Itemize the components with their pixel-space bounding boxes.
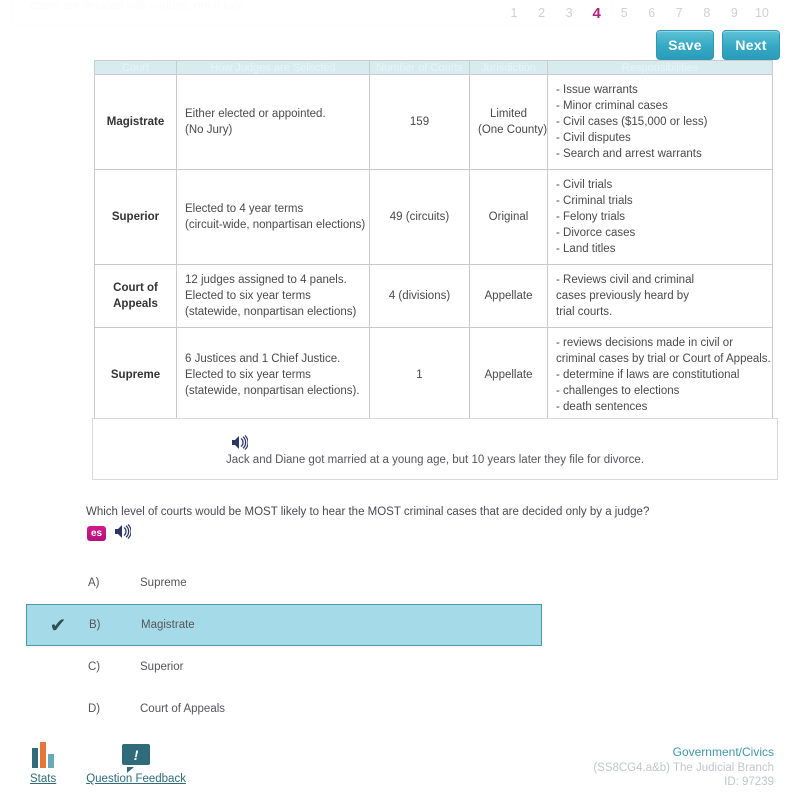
court-jurisdiction: Limited (One County)	[469, 74, 548, 170]
question-tools: es	[87, 524, 132, 542]
page-number-7[interactable]: 7	[669, 6, 689, 20]
table-row: Court of Appeals 12 judges assigned to 4…	[94, 264, 773, 328]
option-c[interactable]: C) Superior	[26, 646, 542, 688]
option-d[interactable]: D) Court of Appeals	[26, 688, 542, 730]
option-letter: B)	[89, 619, 101, 631]
question-text: Which level of courts would be MOST like…	[86, 506, 650, 518]
judge-selection: Either elected or appointed. (No Jury)	[176, 74, 370, 170]
court-name: Court of Appeals	[94, 264, 177, 328]
header-court: Court	[94, 60, 177, 75]
question-feedback-button[interactable]: ! Question Feedback	[86, 744, 186, 785]
check-icon: ✔	[49, 614, 67, 637]
subject-label: Government/Civics	[672, 745, 774, 759]
passage-box: Jack and Diane got married at a young ag…	[92, 418, 778, 480]
page-number-3[interactable]: 3	[559, 6, 579, 20]
speaker-icon[interactable]	[231, 435, 249, 453]
exclamation-glyph: !	[122, 744, 151, 765]
bar-chart-icon	[32, 742, 55, 768]
court-responsibilities: - Issue warrants - Minor criminal cases …	[547, 74, 773, 170]
question-meta: Government/Civics (SS8CG4.a&b) The Judic…	[593, 745, 774, 788]
action-buttons: Save Next	[656, 30, 780, 60]
page-number-4-current[interactable]: 4	[587, 5, 607, 22]
table-header-row: Court How Judges are Selected Number of …	[94, 60, 773, 75]
option-b-selected[interactable]: ✔ B) Magistrate	[26, 604, 542, 646]
option-letter: A)	[88, 577, 100, 589]
page-number-10[interactable]: 10	[752, 6, 772, 20]
next-button[interactable]: Next	[722, 30, 780, 60]
option-label: Court of Appeals	[140, 703, 226, 715]
stats-label: Stats	[30, 773, 57, 785]
page-number-8[interactable]: 8	[697, 6, 717, 20]
court-responsibilities: - Civil trials - Criminal trials - Felon…	[547, 169, 773, 265]
feedback-bubble-icon: !	[122, 744, 151, 773]
page-number-1[interactable]: 1	[504, 6, 524, 20]
court-responsibilities: - reviews decisions made in civil or cri…	[547, 327, 773, 423]
header-how-judges-selected: How Judges are Selected	[176, 60, 370, 75]
footer-tools: Stats ! Question Feedback	[30, 742, 186, 785]
header-jurisdiction: Jurisdiction	[469, 60, 548, 75]
question-id-label: ID: 97239	[724, 776, 774, 788]
table-row: Superior Elected to 4 year terms (circui…	[94, 169, 773, 265]
court-jurisdiction: Appellate	[469, 327, 548, 423]
court-jurisdiction: Original	[469, 169, 548, 265]
header-number-of-courts: Number of Courts	[369, 60, 470, 75]
translate-es-icon[interactable]: es	[87, 525, 106, 541]
court-name: Supreme	[94, 327, 177, 423]
court-count: 49 (circuits)	[369, 169, 470, 265]
pagination: 1 2 3 4 5 6 7 8 9 10	[498, 2, 778, 24]
judge-selection: Elected to 4 year terms (circuit-wide, n…	[176, 169, 370, 265]
judge-selection: 12 judges assigned to 4 panels. Elected …	[176, 264, 370, 328]
court-name: Magistrate	[94, 74, 177, 170]
judge-selection: 6 Justices and 1 Chief Justice. Elected …	[176, 327, 370, 423]
header-responsibilities: Responsibilities	[547, 60, 773, 75]
option-label: Magistrate	[141, 619, 195, 631]
table-row: Supreme 6 Justices and 1 Chief Justice. …	[94, 327, 773, 423]
answer-options: A) Supreme ✔ B) Magistrate C) Superior D…	[26, 562, 542, 730]
courts-table-container: Court How Judges are Selected Number of …	[94, 60, 773, 423]
page-number-2[interactable]: 2	[532, 6, 552, 20]
table-row: Magistrate Either elected or appointed. …	[94, 74, 773, 170]
court-name: Superior	[94, 169, 177, 265]
court-count: 4 (divisions)	[369, 264, 470, 328]
page-number-9[interactable]: 9	[724, 6, 744, 20]
court-count: 159	[369, 74, 470, 170]
option-letter: C)	[88, 661, 101, 673]
assessment-page: cases are decided with a judge, not a ju…	[0, 0, 800, 799]
court-responsibilities: - Reviews civil and criminal cases previ…	[547, 264, 773, 328]
option-label: Supreme	[140, 577, 187, 589]
court-count: 1	[369, 327, 470, 423]
passage-text: Jack and Diane got married at a young ag…	[225, 454, 645, 466]
courts-table: Court How Judges are Selected Number of …	[94, 60, 773, 423]
option-letter: D)	[88, 703, 101, 715]
page-number-6[interactable]: 6	[642, 6, 662, 20]
page-number-5[interactable]: 5	[614, 6, 634, 20]
stats-button[interactable]: Stats	[30, 742, 56, 785]
court-jurisdiction: Appellate	[469, 264, 548, 328]
option-a[interactable]: A) Supreme	[26, 562, 542, 604]
option-label: Superior	[140, 661, 184, 673]
save-button[interactable]: Save	[656, 30, 714, 60]
question-feedback-label: Question Feedback	[86, 773, 186, 785]
speaker-icon[interactable]	[114, 524, 132, 542]
standard-label: (SS8CG4.a&b) The Judicial Branch	[593, 762, 774, 774]
